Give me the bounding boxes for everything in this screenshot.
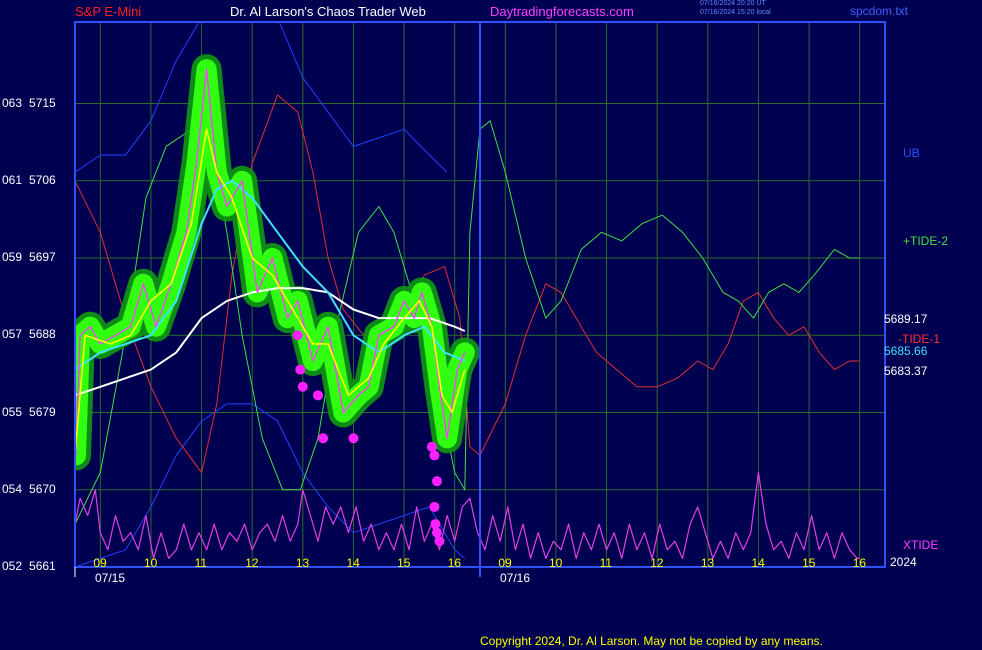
value-label-2: 5685.66 — [884, 344, 928, 358]
y-tick-label: 059 5697 — [2, 250, 56, 265]
timestamp-local: 07/16/2024 15:20 local — [700, 9, 771, 16]
xtide-label: XTIDE — [903, 538, 939, 552]
timestamp-ut: 07/16/2024 20:20 UT — [700, 0, 766, 7]
y-tick-label: 052 5661 — [2, 559, 56, 573]
x-tick-label: 15 — [802, 556, 816, 570]
x-tick-label: 10 — [143, 556, 158, 570]
signal-marker — [348, 433, 359, 444]
file-label: spcdom.txt — [850, 4, 909, 18]
site-label: Daytradingforecasts.com — [490, 4, 634, 19]
xtide-line — [75, 472, 860, 560]
signal-marker — [430, 519, 441, 530]
y-tick-label: 055 5679 — [2, 404, 56, 419]
year-label: 2024 — [890, 555, 917, 569]
date-label: 07/15 — [95, 571, 126, 585]
signal-marker — [434, 536, 445, 547]
signal-marker — [431, 527, 442, 538]
signal-marker — [426, 441, 437, 452]
x-tick-label: 14 — [751, 556, 765, 570]
x-tick-label: 12 — [650, 556, 664, 570]
upper-band-line — [75, 22, 448, 173]
y-tick-label: 061 5706 — [2, 172, 56, 187]
date-label: 07/16 — [500, 571, 531, 585]
chart-canvas — [74, 21, 886, 577]
x-tick-label: 14 — [346, 556, 360, 570]
tide2-label: +TIDE-2 — [903, 234, 949, 248]
x-tick-label: 16 — [447, 556, 462, 570]
x-tick-label: 09 — [498, 556, 512, 570]
x-tick-label: 10 — [548, 556, 563, 570]
x-tick-label: 15 — [397, 556, 411, 570]
x-tick-label: 16 — [852, 556, 867, 570]
signal-marker — [318, 433, 329, 444]
x-tick-label: 09 — [93, 556, 107, 570]
y-tick-label: 063 5715 — [2, 95, 56, 110]
x-tick-label: 13 — [700, 556, 715, 570]
chart-title: Dr. Al Larson's Chaos Trader Web — [230, 4, 426, 19]
signal-marker — [431, 476, 442, 487]
y-tick-label: 057 5688 — [2, 327, 56, 342]
x-tick-label: 12 — [245, 556, 259, 570]
signal-marker — [292, 330, 303, 341]
signal-marker — [295, 364, 306, 375]
value-label-1: 5689.17 — [884, 312, 928, 326]
x-tick-label: 11 — [194, 556, 208, 570]
copyright-notice: Copyright 2024, Dr. Al Larson. May not b… — [480, 634, 823, 648]
signal-marker — [429, 450, 440, 461]
x-tick-label: 13 — [295, 556, 310, 570]
x-tick-label: 11 — [599, 556, 613, 570]
signal-marker — [313, 390, 323, 401]
signal-marker — [297, 381, 308, 392]
plot-area — [75, 22, 860, 567]
ub-label: UB — [903, 146, 920, 160]
value-label-3: 5683.37 — [884, 364, 928, 378]
symbol-label: S&P E-Mini — [75, 4, 142, 19]
signal-marker — [429, 501, 440, 512]
y-tick-label: 054 5670 — [2, 481, 56, 496]
price-line — [75, 68, 466, 456]
